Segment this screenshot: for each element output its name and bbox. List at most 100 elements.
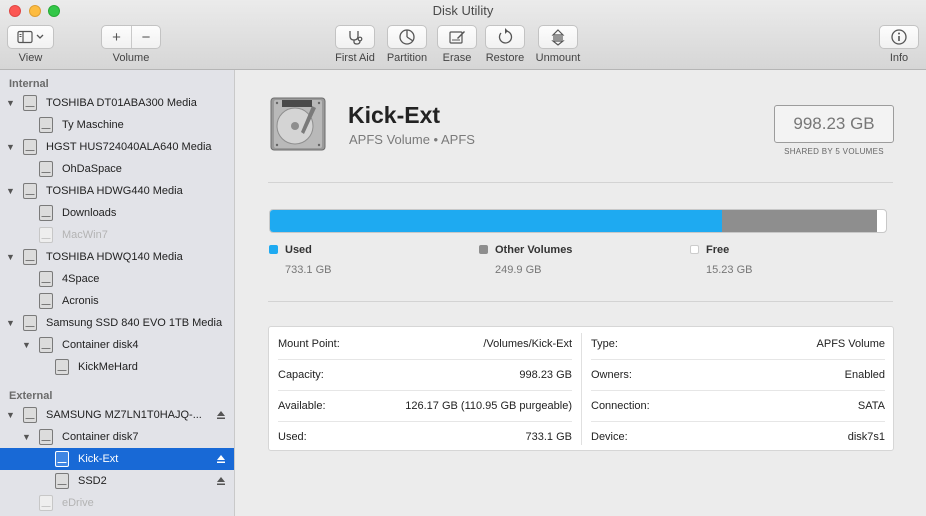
sidebar-icon <box>16 30 43 44</box>
detail-key: Available: <box>278 399 326 412</box>
sidebar-item[interactable]: ▼ TOSHIBA DT01ABA300 Media <box>0 92 234 114</box>
info-label: Info <box>889 52 909 64</box>
sidebar-item[interactable]: ▼ Container disk7 <box>0 426 234 448</box>
stethoscope-icon <box>349 31 363 45</box>
detail-row: Mount Point: /Volumes/Kick-Ext <box>278 328 572 359</box>
detail-row: Capacity: 998.23 GB <box>278 359 572 390</box>
view-button[interactable] <box>7 25 54 49</box>
sidebar-item[interactable]: 4Space <box>0 268 234 290</box>
detail-key: Type: <box>591 337 618 350</box>
sidebar-item[interactable]: ▼ Samsung SSD 840 EVO 1TB Media <box>0 312 234 334</box>
eject-icon[interactable] <box>216 476 226 486</box>
other-legend-label: Other Volumes <box>495 244 573 256</box>
disk-icon <box>38 336 54 354</box>
other-swatch <box>479 245 488 254</box>
column-divider <box>581 333 582 445</box>
disclosure-triangle-icon[interactable]: ▼ <box>6 186 16 196</box>
restore-label: Restore <box>485 52 525 64</box>
detail-row: Available: 126.17 GB (110.95 GB purgeable… <box>278 390 572 421</box>
pie-partition-icon <box>399 29 415 45</box>
eject-icon[interactable] <box>216 410 226 420</box>
sidebar-item-label: OhDaSpace <box>62 163 122 175</box>
volume-name: Kick-Ext <box>348 102 441 128</box>
minus-icon: − <box>141 28 151 46</box>
sidebar-item[interactable]: Downloads <box>0 202 234 224</box>
sidebar-item[interactable]: Ty Maschine <box>0 114 234 136</box>
info-icon <box>891 29 907 45</box>
restore-button[interactable] <box>485 25 525 49</box>
erase-disk-icon <box>449 31 465 44</box>
erase-button[interactable] <box>437 25 477 49</box>
sidebar-item[interactable]: OhDaSpace <box>0 158 234 180</box>
info-button[interactable] <box>879 25 919 49</box>
sidebar-item[interactable]: Acronis <box>0 290 234 312</box>
disk-icon <box>54 450 70 468</box>
plus-icon: + <box>112 28 121 46</box>
sidebar-item[interactable]: SSD2 <box>0 470 234 492</box>
first-aid-label: First Aid <box>335 52 375 64</box>
disk-icon <box>22 138 38 156</box>
usage-bar-other <box>722 210 877 232</box>
free-swatch <box>690 245 699 254</box>
sidebar-item-label: Kick-Ext <box>78 453 119 465</box>
detail-value: /Volumes/Kick-Ext <box>483 337 572 350</box>
divider <box>268 301 893 302</box>
erase-label: Erase <box>442 52 472 64</box>
sidebar-item[interactable]: ▼ TOSHIBA HDWQ140 Media <box>0 246 234 268</box>
remove-volume-button[interactable]: − <box>131 26 160 48</box>
disclosure-triangle-icon[interactable]: ▼ <box>6 252 16 262</box>
sidebar-item[interactable]: ▼ SAMSUNG MZ7LN1T0HAJQ-... <box>0 404 234 426</box>
disclosure-triangle-icon[interactable]: ▼ <box>6 410 16 420</box>
other-legend-value: 249.9 GB <box>495 264 542 276</box>
sidebar-item-label: KickMeHard <box>78 361 138 373</box>
disclosure-triangle-icon[interactable]: ▼ <box>22 340 32 350</box>
sidebar-item-label: TOSHIBA HDWG440 Media <box>46 185 183 197</box>
sidebar-item-label: Container disk7 <box>62 431 139 443</box>
disclosure-triangle-icon[interactable]: ▼ <box>6 98 16 108</box>
disk-icon <box>38 160 54 178</box>
disclosure-triangle-icon[interactable]: ▼ <box>6 142 16 152</box>
sidebar-item[interactable]: MacWin7 <box>0 224 234 246</box>
add-volume-button[interactable]: + <box>102 26 131 48</box>
detail-row: Connection: SATA <box>591 390 885 421</box>
disk-icon <box>22 94 38 112</box>
volume-segmented-control: + − <box>101 25 161 49</box>
disclosure-triangle-icon[interactable]: ▼ <box>22 432 32 442</box>
disk-icon <box>38 428 54 446</box>
detail-value: 733.1 GB <box>525 430 572 443</box>
partition-label: Partition <box>386 52 428 64</box>
sidebar-item[interactable]: ▼ TOSHIBA HDWG440 Media <box>0 180 234 202</box>
first-aid-button[interactable] <box>335 25 375 49</box>
sidebar: Internal ▼ TOSHIBA DT01ABA300 Media Ty Mas… <box>0 70 235 516</box>
sidebar-item-label: Container disk4 <box>62 339 139 351</box>
partition-button[interactable] <box>387 25 427 49</box>
sidebar-item[interactable]: KickMeHard <box>0 356 234 378</box>
sidebar-item-label: SSD2 <box>78 475 107 487</box>
window-title: Disk Utility <box>432 3 494 18</box>
unmount-button[interactable] <box>538 25 578 49</box>
shared-note: SHARED BY 5 VOLUMES <box>784 147 884 156</box>
disk-icon <box>54 358 70 376</box>
detail-key: Used: <box>278 430 307 443</box>
detail-value: 998.23 GB <box>519 368 572 381</box>
sidebar-item-label: MacWin7 <box>62 229 108 241</box>
internal-section-header: Internal <box>9 78 49 90</box>
eject-icon[interactable] <box>216 454 226 464</box>
used-legend-value: 733.1 GB <box>285 264 332 276</box>
sidebar-item-label: Acronis <box>62 295 99 307</box>
main-panel: Kick-Ext APFS Volume • APFS 998.23 GB SH… <box>236 70 926 516</box>
hard-drive-icon <box>270 97 326 151</box>
sidebar-item[interactable]: eDrive <box>0 492 234 514</box>
disk-icon <box>38 116 54 134</box>
volume-label: Volume <box>112 52 150 64</box>
detail-key: Capacity: <box>278 368 324 381</box>
disk-icon <box>38 270 54 288</box>
detail-row: Device: disk7s1 <box>591 421 885 452</box>
disclosure-triangle-icon[interactable]: ▼ <box>6 318 16 328</box>
sidebar-item[interactable]: ▼ HGST HUS724040ALA640 Media <box>0 136 234 158</box>
sidebar-item-label: TOSHIBA HDWQ140 Media <box>46 251 183 263</box>
disk-icon <box>22 182 38 200</box>
sidebar-item[interactable]: ▼ Container disk4 <box>0 334 234 356</box>
disk-icon <box>54 472 70 490</box>
sidebar-item[interactable]: Kick-Ext <box>0 448 234 470</box>
